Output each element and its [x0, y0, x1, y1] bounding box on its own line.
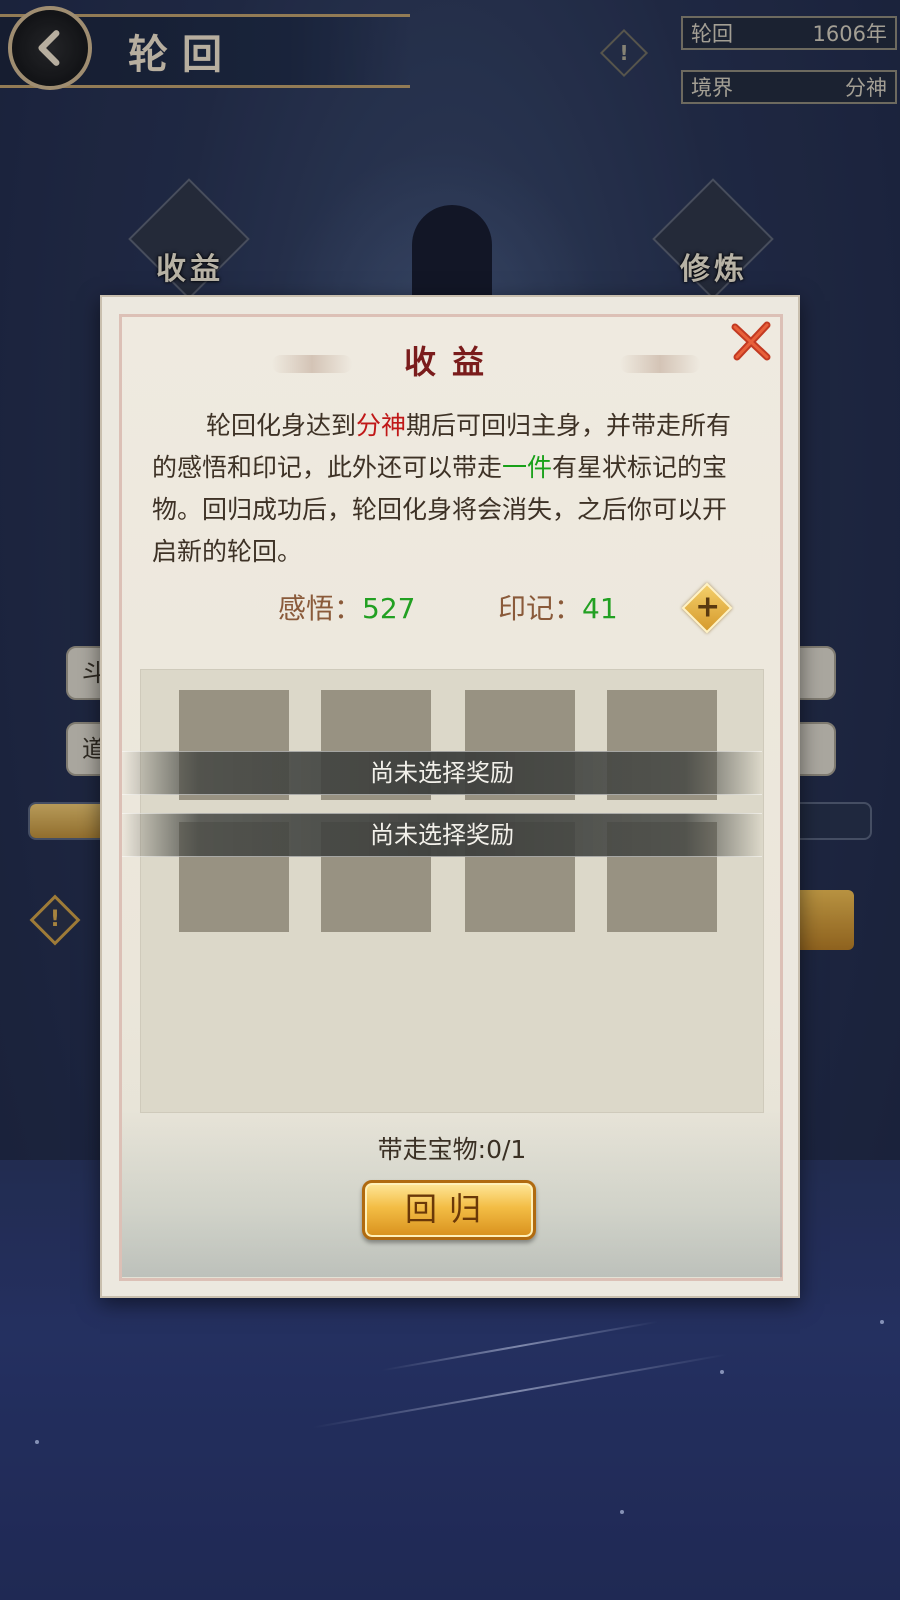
desc-part-1: 轮回化身达到 [206, 411, 357, 440]
close-button[interactable] [727, 317, 775, 365]
close-icon [731, 321, 771, 361]
insight-stat: 感悟：527 [278, 587, 415, 627]
insight-value: 527 [362, 592, 416, 625]
plus-icon: + [695, 589, 721, 625]
carry-count-text: 带走宝物:0/1 [377, 1135, 527, 1164]
dialog-title: 收益 [403, 343, 500, 381]
reward-banner-1: 尚未选择奖励 [122, 751, 762, 795]
mark-stat: 印记：41 [498, 587, 618, 627]
reward-area [140, 669, 764, 1113]
reward-banner-2: 尚未选择奖励 [122, 813, 762, 857]
rewards-dialog: 收益 轮回化身达到分神期后可回归主身，并带走所有的感悟和印记，此外还可以带走一件… [100, 295, 800, 1298]
return-button[interactable]: 回归 [362, 1180, 536, 1240]
mark-label: 印记： [498, 592, 583, 625]
description-text: 轮回化身达到分神期后可回归主身，并带走所有的感悟和印记，此外还可以带走一件有星状… [152, 405, 742, 573]
desc-highlight-count: 一件 [502, 453, 553, 482]
mark-value: 41 [582, 592, 618, 625]
desc-highlight-realm: 分神 [356, 411, 407, 440]
insight-label: 感悟： [278, 592, 363, 625]
